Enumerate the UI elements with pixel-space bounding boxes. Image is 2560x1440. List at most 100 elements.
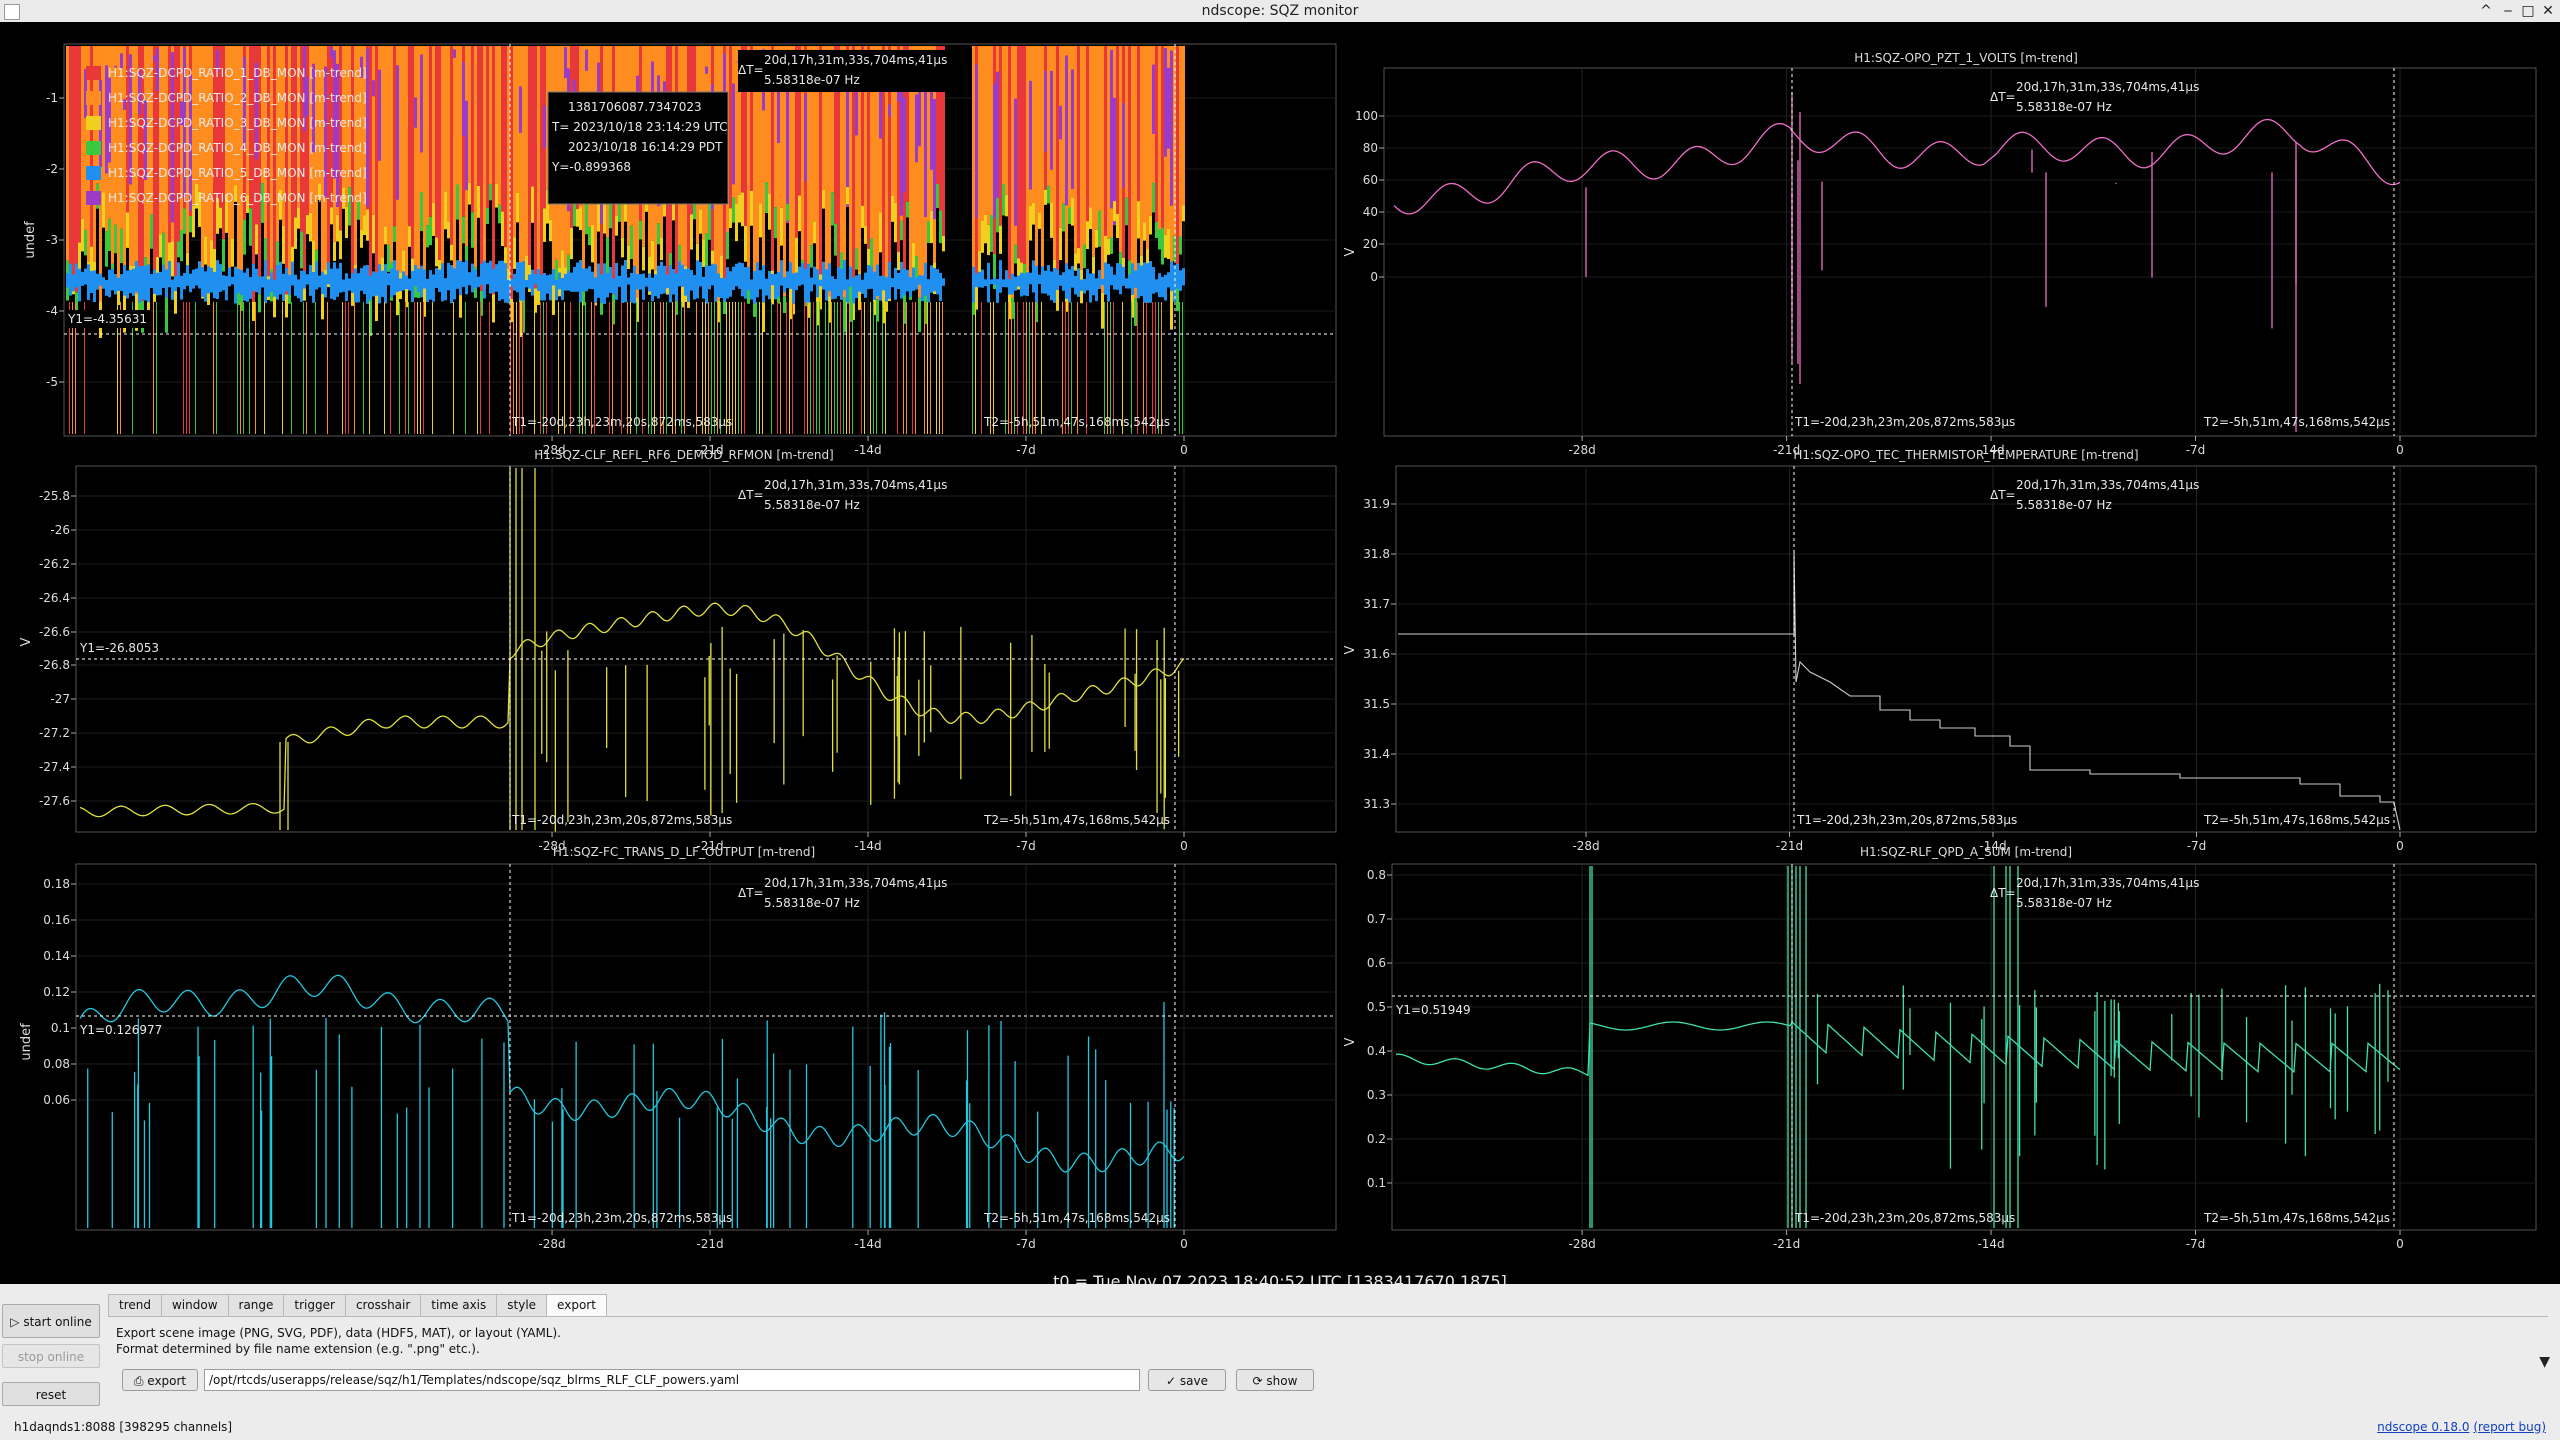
tab-trigger[interactable]: trigger bbox=[283, 1294, 346, 1316]
trace-band bbox=[921, 275, 924, 302]
plot-4[interactable]: H1:SQZ-FC_TRANS_D_LF_OUTPUT [m-trend] -2… bbox=[19, 845, 1337, 1251]
export-button-label: export bbox=[147, 1374, 187, 1388]
plot-3-frame[interactable] bbox=[1395, 465, 2537, 833]
trace-band bbox=[669, 265, 672, 303]
trace-band bbox=[1164, 274, 1167, 301]
plot-1[interactable]: H1:SQZ-OPO_PZT_1_VOLTS [m-trend] -28d -21… bbox=[1343, 51, 2537, 457]
trace-band bbox=[819, 302, 820, 434]
trace-band bbox=[615, 263, 618, 300]
reset-button[interactable]: reset bbox=[2, 1382, 100, 1406]
show-button[interactable]: ⟳ show bbox=[1236, 1369, 1314, 1391]
trace-band bbox=[702, 239, 705, 267]
trace-band bbox=[465, 100, 468, 191]
export-path-input[interactable] bbox=[204, 1369, 1140, 1391]
trace-band bbox=[651, 277, 654, 302]
trace-band bbox=[837, 302, 838, 434]
trace-band bbox=[1053, 267, 1056, 303]
expand-chevron-icon[interactable]: ▼ bbox=[2539, 1354, 2550, 1370]
trace-band bbox=[984, 279, 987, 287]
plot-1-frame[interactable] bbox=[1383, 67, 2537, 437]
trace-band bbox=[165, 269, 168, 298]
report-bug-link[interactable]: (report bug) bbox=[2473, 1420, 2546, 1434]
plot-5[interactable]: H1:SQZ-RLF_QPD_A_SUM [m-trend] -28d -21d -… bbox=[1343, 845, 2537, 1251]
trace-band bbox=[981, 220, 984, 253]
tab-export[interactable]: export bbox=[546, 1294, 607, 1317]
plot-4-frame[interactable] bbox=[75, 863, 1337, 1231]
version-link[interactable]: ndscope 0.18.0 bbox=[2377, 1420, 2469, 1434]
trace-band bbox=[102, 46, 105, 193]
plot-2[interactable]: H1:SQZ-CLF_REFL_RF6_DEMOD_RFMON [m-trend… bbox=[19, 448, 1337, 853]
trace-band bbox=[804, 302, 805, 434]
reset-label: reset bbox=[35, 1388, 67, 1402]
y-tick-label: -27.6 bbox=[39, 794, 70, 808]
trace-band bbox=[366, 209, 369, 241]
tab-window[interactable]: window bbox=[160, 1294, 229, 1316]
trace-band bbox=[861, 279, 864, 294]
trace-band bbox=[1044, 270, 1047, 294]
trace-band bbox=[630, 225, 633, 260]
plots-canvas[interactable]: -28d -21d -14d -7d 0 -1 -2 -3 -4 -5 undef H1:SQZ-… bbox=[0, 22, 2560, 1284]
trace-band bbox=[1167, 67, 1170, 149]
plot-0-dt-freq: 5.58318e-07 Hz bbox=[764, 73, 860, 87]
plot-2-ylabel: V bbox=[19, 637, 34, 646]
trace-band bbox=[882, 275, 885, 291]
trace-band bbox=[462, 61, 465, 136]
start-online-button[interactable]: ▷ start online bbox=[2, 1304, 100, 1338]
trace-band bbox=[327, 302, 328, 434]
trace-band bbox=[822, 189, 825, 209]
trace-band bbox=[981, 269, 984, 288]
trace-band bbox=[441, 46, 444, 278]
trace-band bbox=[213, 302, 214, 434]
trace-band bbox=[363, 215, 366, 236]
show-button-label: show bbox=[1266, 1374, 1298, 1388]
plot-1-title: H1:SQZ-OPO_PZT_1_VOLTS [m-trend] bbox=[1854, 51, 2078, 65]
trace-band bbox=[933, 98, 936, 220]
trace-band bbox=[741, 192, 744, 227]
plot-0[interactable]: -28d -21d -14d -7d 0-1-2-3-4-5 undef H1:SQZ-… bbox=[23, 43, 1337, 457]
trace-band bbox=[861, 302, 862, 434]
tab-crosshair[interactable]: crosshair bbox=[344, 1294, 422, 1316]
plot-2-frame[interactable] bbox=[75, 465, 1337, 833]
trace-band bbox=[486, 262, 489, 285]
trace-band bbox=[1182, 46, 1185, 206]
trace-band bbox=[1089, 207, 1092, 230]
trace-band bbox=[1179, 46, 1182, 237]
trace-band bbox=[906, 201, 909, 218]
plot-3[interactable]: H1:SQZ-OPO_TEC_THERMISTOR_TEMPERATURE [m… bbox=[1343, 448, 2537, 853]
x-tick-label: -14d bbox=[854, 1237, 881, 1251]
plot-1-dt-freq: 5.58318e-07 Hz bbox=[2016, 100, 2112, 114]
trace-band bbox=[273, 279, 276, 297]
close-button[interactable]: ✕ bbox=[2536, 0, 2560, 22]
trace-band bbox=[456, 260, 459, 289]
trace-band bbox=[1017, 46, 1020, 259]
trace-band bbox=[252, 263, 255, 291]
trace-band bbox=[1155, 222, 1158, 238]
trace-band bbox=[261, 276, 264, 288]
trace-band bbox=[537, 46, 540, 274]
trace-band bbox=[1065, 263, 1068, 299]
trace-band bbox=[1059, 275, 1062, 286]
keep-above-button[interactable]: ^ bbox=[2474, 0, 2498, 22]
export-button[interactable]: ⎙ export bbox=[122, 1369, 198, 1391]
trace-band bbox=[516, 46, 519, 193]
trace-band bbox=[513, 237, 516, 269]
stop-online-label: stop online bbox=[17, 1350, 85, 1364]
trace-band bbox=[627, 277, 630, 285]
tab-trend[interactable]: trend bbox=[108, 1294, 162, 1316]
trace-band bbox=[1179, 302, 1180, 434]
trace-band bbox=[597, 263, 600, 298]
trace-band bbox=[1140, 46, 1143, 256]
plot-4-t2-label: T2=-5h,51m,47s,168ms,542μs bbox=[983, 1211, 1170, 1225]
trace-band bbox=[942, 302, 943, 434]
trace-band bbox=[384, 226, 387, 245]
stop-online-button[interactable]: stop online bbox=[2, 1344, 100, 1368]
server-address: h1daqnds1:8088 bbox=[14, 1420, 116, 1434]
tab-time-axis[interactable]: time axis bbox=[420, 1294, 498, 1316]
trace-band bbox=[333, 262, 336, 300]
trace-band bbox=[639, 220, 642, 240]
tab-range[interactable]: range bbox=[227, 1294, 285, 1316]
trace-band bbox=[291, 261, 294, 286]
tab-style[interactable]: style bbox=[496, 1294, 548, 1316]
save-button[interactable]: ✓ save bbox=[1148, 1369, 1226, 1391]
plot-1-t1-label: T1=-20d,23h,23m,20s,872ms,583μs bbox=[1794, 415, 2015, 429]
